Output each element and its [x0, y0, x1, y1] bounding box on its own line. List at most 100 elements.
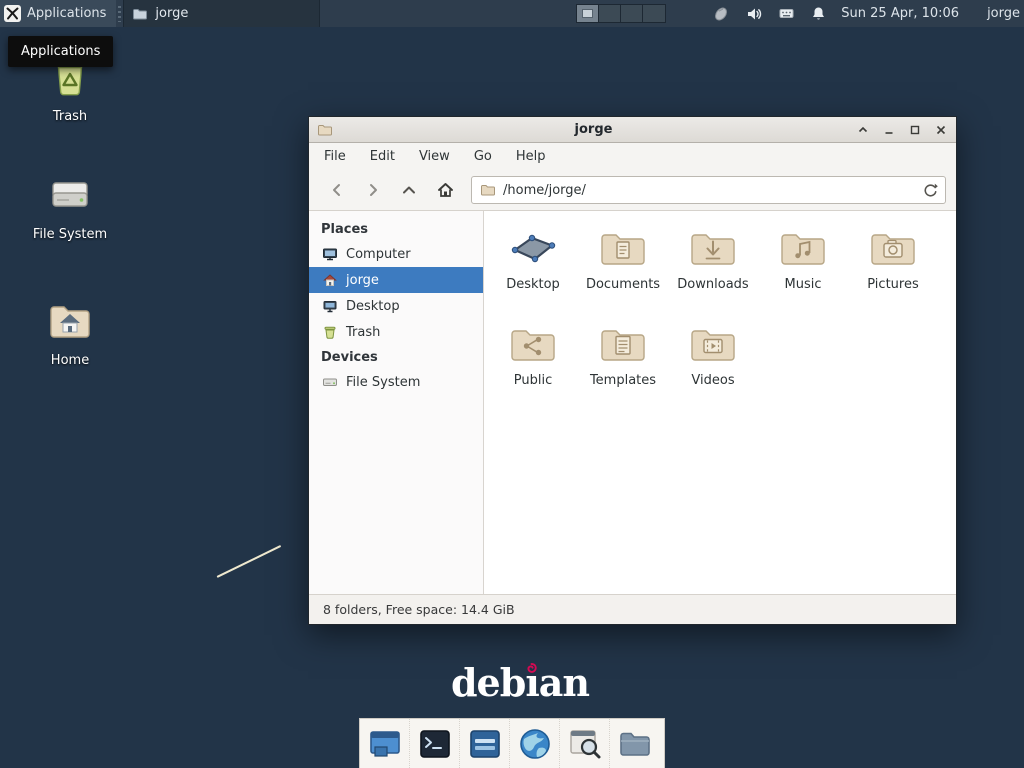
videos-folder-icon [687, 319, 739, 365]
home-folder-icon [22, 296, 118, 346]
dock-terminal[interactable] [410, 719, 460, 768]
sidebar-item-label: Computer [346, 247, 411, 262]
home-button[interactable] [427, 175, 463, 205]
system-tray [712, 5, 827, 23]
mouse-icon[interactable] [712, 5, 730, 23]
file-item-templates[interactable]: Templates [578, 319, 668, 415]
file-item-videos[interactable]: Videos [668, 319, 758, 415]
minimize-button[interactable] [880, 121, 898, 139]
desktop-icon [322, 298, 338, 314]
workspace-switcher [576, 4, 666, 23]
menu-help[interactable]: Help [516, 149, 546, 164]
computer-icon [322, 246, 338, 262]
xfce-logo-icon [4, 5, 21, 22]
keyboard-icon[interactable] [778, 5, 795, 22]
dock-application-finder[interactable] [560, 719, 610, 768]
desktop-icon-home[interactable]: Home [22, 296, 118, 368]
drive-icon [22, 170, 118, 220]
file-name: Templates [590, 373, 656, 388]
file-item-documents[interactable]: Documents [578, 223, 668, 319]
notification-bell-icon[interactable] [810, 5, 827, 22]
volume-icon[interactable] [745, 5, 763, 23]
sidebar-header-places: Places [309, 217, 483, 241]
file-manager-window: jorge File Edit View Go Help Places [308, 116, 957, 625]
debian-logo: debıan [440, 660, 600, 705]
workspace-2[interactable] [599, 5, 621, 22]
file-name: Pictures [867, 277, 918, 292]
sidebar-item-desktop[interactable]: Desktop [309, 293, 483, 319]
home-icon [322, 272, 338, 288]
workspace-4[interactable] [643, 5, 665, 22]
taskbar-window-button[interactable]: jorge [123, 0, 320, 27]
close-button[interactable] [932, 121, 950, 139]
applications-tooltip: Applications [8, 36, 113, 67]
file-item-desktop[interactable]: Desktop [488, 223, 578, 319]
file-name: Documents [586, 277, 660, 292]
window-folder-icon[interactable] [317, 122, 333, 138]
reload-icon[interactable] [922, 182, 938, 198]
menu-go[interactable]: Go [474, 149, 492, 164]
music-folder-icon [777, 223, 829, 269]
sidebar-item-label: Desktop [346, 299, 400, 314]
sidebar-item-trash[interactable]: Trash [309, 319, 483, 345]
templates-folder-icon [597, 319, 649, 365]
workspace-1[interactable] [577, 5, 599, 22]
file-grid: Desktop Documents Downloads Music [484, 211, 956, 594]
menubar: File Edit View Go Help [309, 143, 956, 170]
sidebar-item-jorge[interactable]: jorge [309, 267, 483, 293]
desktop-icon-file-system[interactable]: File System [22, 170, 118, 242]
pointer-trail [217, 545, 282, 578]
toolbar [309, 170, 956, 211]
drive-icon [322, 374, 338, 390]
dock-web-browser[interactable] [510, 719, 560, 768]
sidebar-item-file-system[interactable]: File System [309, 369, 483, 395]
sidebar-item-computer[interactable]: Computer [309, 241, 483, 267]
panel-drag-handle[interactable] [118, 6, 121, 22]
location-input[interactable] [503, 183, 922, 198]
back-button[interactable] [319, 175, 355, 205]
applications-menu-button[interactable]: Applications [0, 0, 116, 27]
folder-icon [132, 6, 148, 22]
menu-edit[interactable]: Edit [370, 149, 395, 164]
maximize-button[interactable] [906, 121, 924, 139]
file-item-pictures[interactable]: Pictures [848, 223, 938, 319]
downloads-folder-icon [687, 223, 739, 269]
dock-mail-reader[interactable] [460, 719, 510, 768]
file-manager-folder-icon [617, 726, 653, 762]
dock-file-manager[interactable] [610, 719, 660, 768]
menu-file[interactable]: File [324, 149, 346, 164]
desktop-icon-label: File System [22, 227, 118, 242]
pictures-folder-icon [867, 223, 919, 269]
documents-folder-icon [597, 223, 649, 269]
file-name: Downloads [677, 277, 748, 292]
dock [359, 718, 665, 768]
top-panel: Applications jorge Sun 25 Apr, 10:06 jor… [0, 0, 1024, 27]
workspace-3[interactable] [621, 5, 643, 22]
debian-logo-text: deb [451, 660, 525, 705]
dock-show-desktop[interactable] [360, 719, 410, 768]
sidebar: Places Computer jorge Desktop Trash Devi… [309, 211, 484, 594]
file-item-public[interactable]: Public [488, 319, 578, 415]
location-bar[interactable] [471, 176, 946, 204]
file-name: Videos [691, 373, 734, 388]
clock[interactable]: Sun 25 Apr, 10:06 [841, 6, 959, 21]
file-item-downloads[interactable]: Downloads [668, 223, 758, 319]
forward-button[interactable] [355, 175, 391, 205]
file-item-music[interactable]: Music [758, 223, 848, 319]
desktop-icon-label: Home [22, 353, 118, 368]
up-button[interactable] [391, 175, 427, 205]
show-desktop-icon [367, 726, 403, 762]
sidebar-header-devices: Devices [309, 345, 483, 369]
file-name: Public [514, 373, 552, 388]
public-folder-icon [507, 319, 559, 365]
workspace-window-preview [582, 9, 593, 18]
panel-username[interactable]: jorge [987, 6, 1020, 21]
window-title: jorge [333, 122, 854, 137]
menu-view[interactable]: View [419, 149, 450, 164]
application-finder-icon [567, 726, 603, 762]
titlebar[interactable]: jorge [309, 117, 956, 143]
sidebar-item-label: Trash [346, 325, 380, 340]
applications-menu-label: Applications [27, 6, 106, 21]
trash-icon [322, 324, 338, 340]
shade-button[interactable] [854, 121, 872, 139]
